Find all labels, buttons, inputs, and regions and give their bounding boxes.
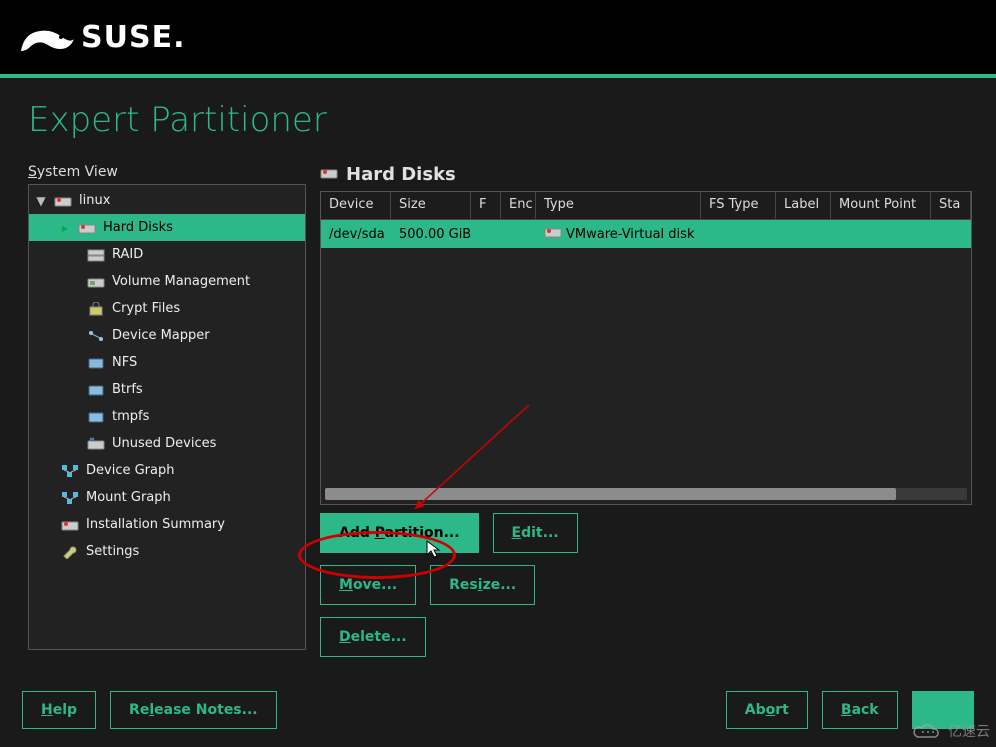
tree-item-device-graph[interactable]: Device Graph bbox=[29, 457, 305, 484]
disk-icon bbox=[320, 164, 338, 185]
tree-item-raid[interactable]: RAID bbox=[29, 241, 305, 268]
tree-item-mount-graph[interactable]: Mount Graph bbox=[29, 484, 305, 511]
tree-root-linux[interactable]: ▼ linux bbox=[29, 187, 305, 214]
help-button[interactable]: Help bbox=[22, 691, 96, 729]
cloud-icon bbox=[913, 721, 943, 741]
disk-icon bbox=[544, 225, 562, 243]
watermark: 亿速云 bbox=[913, 721, 990, 741]
graph-icon bbox=[59, 462, 81, 480]
table-header: Device Size F Enc Type FS Type Label Mou… bbox=[321, 192, 971, 220]
tree-item-nfs[interactable]: NFS bbox=[29, 349, 305, 376]
disk-table[interactable]: Device Size F Enc Type FS Type Label Mou… bbox=[320, 191, 972, 505]
delete-button[interactable]: Delete... bbox=[320, 617, 426, 657]
back-button[interactable]: Back bbox=[822, 691, 898, 729]
tree-item-crypt-files[interactable]: Crypt Files bbox=[29, 295, 305, 322]
move-button[interactable]: Move... bbox=[320, 565, 416, 605]
col-enc[interactable]: Enc bbox=[501, 192, 536, 219]
suse-logo: SUSE. bbox=[18, 19, 185, 55]
tree-item-installation-summary[interactable]: Installation Summary bbox=[29, 511, 305, 538]
tree-item-tmpfs[interactable]: tmpfs bbox=[29, 403, 305, 430]
resize-button[interactable]: Resize... bbox=[430, 565, 535, 605]
tree-item-settings[interactable]: Settings bbox=[29, 538, 305, 565]
edit-button[interactable]: Edit... bbox=[493, 513, 578, 553]
add-partition-button[interactable]: Add Partition... bbox=[320, 513, 479, 553]
tree-item-unused-devices[interactable]: Unused Devices bbox=[29, 430, 305, 457]
tree-item-device-mapper[interactable]: Device Mapper bbox=[29, 322, 305, 349]
horizontal-scrollbar[interactable] bbox=[325, 488, 967, 500]
wrench-icon bbox=[59, 543, 81, 561]
volume-icon bbox=[85, 273, 107, 291]
bottom-bar: Help Release Notes... Abort Back bbox=[22, 691, 974, 729]
disk-icon bbox=[52, 192, 74, 210]
col-f[interactable]: F bbox=[471, 192, 501, 219]
crypt-icon bbox=[85, 300, 107, 318]
section-header: Hard Disks bbox=[320, 164, 972, 185]
mapper-icon bbox=[85, 327, 107, 345]
system-tree[interactable]: ▼ linux ▸ Hard Disks RAID bbox=[28, 184, 306, 650]
graph-icon bbox=[59, 489, 81, 507]
tmpfs-icon bbox=[85, 408, 107, 426]
tree-item-btrfs[interactable]: Btrfs bbox=[29, 376, 305, 403]
chameleon-icon bbox=[18, 19, 78, 55]
col-device[interactable]: Device bbox=[321, 192, 391, 219]
col-type[interactable]: Type bbox=[536, 192, 701, 219]
action-buttons: Add Partition... Edit... Move... Resize.… bbox=[320, 513, 972, 657]
page-title: Expert Partitioner bbox=[28, 100, 972, 140]
col-mount[interactable]: Mount Point bbox=[831, 192, 931, 219]
tree-label: System View bbox=[28, 164, 306, 180]
nfs-icon bbox=[85, 354, 107, 372]
abort-button[interactable]: Abort bbox=[726, 691, 808, 729]
table-row[interactable]: /dev/sda 500.00 GiB VMware-Virtual disk bbox=[321, 220, 971, 248]
btrfs-icon bbox=[85, 381, 107, 399]
disk-icon bbox=[76, 219, 98, 237]
release-notes-button[interactable]: Release Notes... bbox=[110, 691, 277, 729]
top-bar: SUSE. bbox=[0, 0, 996, 78]
col-fstype[interactable]: FS Type bbox=[701, 192, 776, 219]
col-label[interactable]: Label bbox=[776, 192, 831, 219]
col-size[interactable]: Size bbox=[391, 192, 471, 219]
raid-icon bbox=[85, 246, 107, 264]
tree-item-volume-management[interactable]: Volume Management bbox=[29, 268, 305, 295]
unused-icon bbox=[85, 435, 107, 453]
scrollbar-thumb[interactable] bbox=[325, 488, 896, 500]
tree-item-hard-disks[interactable]: ▸ Hard Disks bbox=[29, 214, 305, 241]
brand-name: SUSE. bbox=[81, 20, 185, 55]
col-sta[interactable]: Sta bbox=[931, 192, 971, 219]
disk-icon bbox=[59, 516, 81, 534]
